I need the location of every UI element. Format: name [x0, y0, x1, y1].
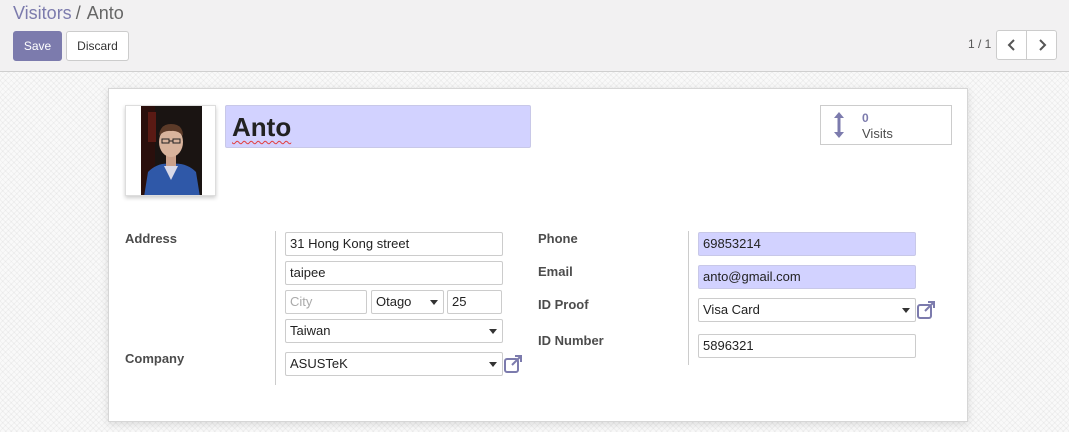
company-value: ASUSTeK: [290, 356, 348, 371]
company-select[interactable]: ASUSTeK: [285, 352, 503, 376]
breadcrumb: Visitors / Anto: [13, 3, 124, 23]
phone-input[interactable]: 69853214: [698, 232, 916, 256]
breadcrumb-visitors-link[interactable]: Visitors: [13, 3, 72, 23]
external-link-icon[interactable]: [503, 354, 523, 374]
visitor-photo[interactable]: [125, 105, 216, 196]
chevron-left-icon: [1007, 39, 1015, 51]
chevron-right-icon: [1038, 39, 1046, 51]
pager-next-button[interactable]: [1026, 30, 1057, 60]
zip-input[interactable]: 25: [447, 290, 502, 314]
country-value: Taiwan: [290, 323, 331, 338]
left-group-separator: [275, 231, 276, 385]
breadcrumb-current: Anto: [86, 3, 124, 23]
state-select[interactable]: Otago: [371, 290, 444, 314]
phone-label: Phone: [538, 231, 578, 246]
external-link-icon[interactable]: [916, 300, 936, 320]
pager-previous-button[interactable]: [996, 30, 1027, 60]
caret-down-icon: [489, 362, 497, 367]
state-value: Otago: [376, 294, 412, 309]
id-proof-label: ID Proof: [538, 297, 589, 312]
visitor-name-input[interactable]: Anto: [225, 105, 531, 148]
street2-input[interactable]: taipee: [285, 261, 503, 285]
visitor-name-text: Anto: [232, 112, 292, 142]
person-photo-image: [126, 106, 215, 195]
email-label: Email: [538, 264, 573, 279]
visits-label: Visits: [862, 126, 893, 141]
right-group-separator: [688, 231, 689, 365]
country-select[interactable]: Taiwan: [285, 319, 503, 343]
caret-down-icon: [430, 300, 438, 305]
id-proof-value: Visa Card: [703, 302, 760, 317]
id-proof-select[interactable]: Visa Card: [698, 298, 916, 322]
email-input[interactable]: anto@gmail.com: [698, 265, 916, 289]
save-button[interactable]: Save: [13, 31, 62, 61]
street-input[interactable]: 31 Hong Kong street: [285, 232, 503, 256]
discard-button[interactable]: Discard: [66, 31, 129, 61]
arrows-v-icon: [834, 112, 844, 138]
visits-stat-button[interactable]: 0 Visits: [820, 105, 952, 145]
breadcrumb-separator: /: [75, 3, 81, 23]
id-number-input[interactable]: 5896321: [698, 334, 916, 358]
company-label: Company: [125, 351, 185, 366]
pager-value[interactable]: 1 / 1: [968, 37, 991, 51]
id-number-label: ID Number: [538, 333, 604, 348]
visits-count: 0: [862, 111, 869, 125]
control-panel: Visitors / Anto Save Discard 1 / 1: [0, 0, 1069, 72]
form-sheet: Anto 0 Visits Address 31 Hong Kong stree…: [108, 88, 968, 422]
caret-down-icon: [489, 329, 497, 334]
caret-down-icon: [902, 308, 910, 313]
address-label: Address: [125, 231, 178, 246]
city-input[interactable]: City: [285, 290, 367, 314]
